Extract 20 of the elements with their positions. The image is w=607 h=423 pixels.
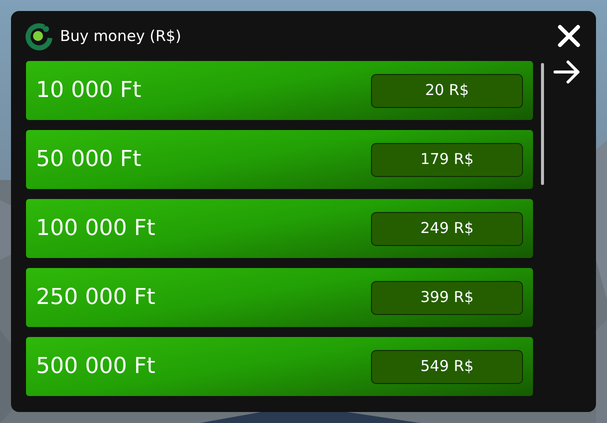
window-title: Buy money (R$) <box>60 26 182 47</box>
scrollbar[interactable] <box>541 63 544 185</box>
next-button[interactable] <box>552 59 582 85</box>
amount-label: 10 000 Ft <box>36 77 142 105</box>
offer-row[interactable]: 50 000 Ft 179 R$ <box>26 130 533 189</box>
price-button[interactable]: 399 R$ <box>371 280 523 314</box>
logo-icon <box>24 21 54 51</box>
amount-label: 50 000 Ft <box>36 146 142 174</box>
price-button[interactable]: 179 R$ <box>371 142 523 176</box>
price-button[interactable]: 20 R$ <box>371 74 523 108</box>
close-button[interactable] <box>556 23 582 49</box>
offer-row[interactable]: 250 000 Ft 399 R$ <box>26 268 533 327</box>
amount-label: 100 000 Ft <box>36 215 156 243</box>
price-button[interactable]: 549 R$ <box>371 350 523 384</box>
offer-row[interactable]: 500 000 Ft 549 R$ <box>26 337 533 396</box>
price-button[interactable]: 249 R$ <box>371 212 523 246</box>
offer-row[interactable]: 100 000 Ft 249 R$ <box>26 199 533 258</box>
offer-row[interactable]: 10 000 Ft 20 R$ <box>26 61 533 120</box>
amount-label: 500 000 Ft <box>36 353 156 381</box>
amount-label: 250 000 Ft <box>36 284 156 312</box>
